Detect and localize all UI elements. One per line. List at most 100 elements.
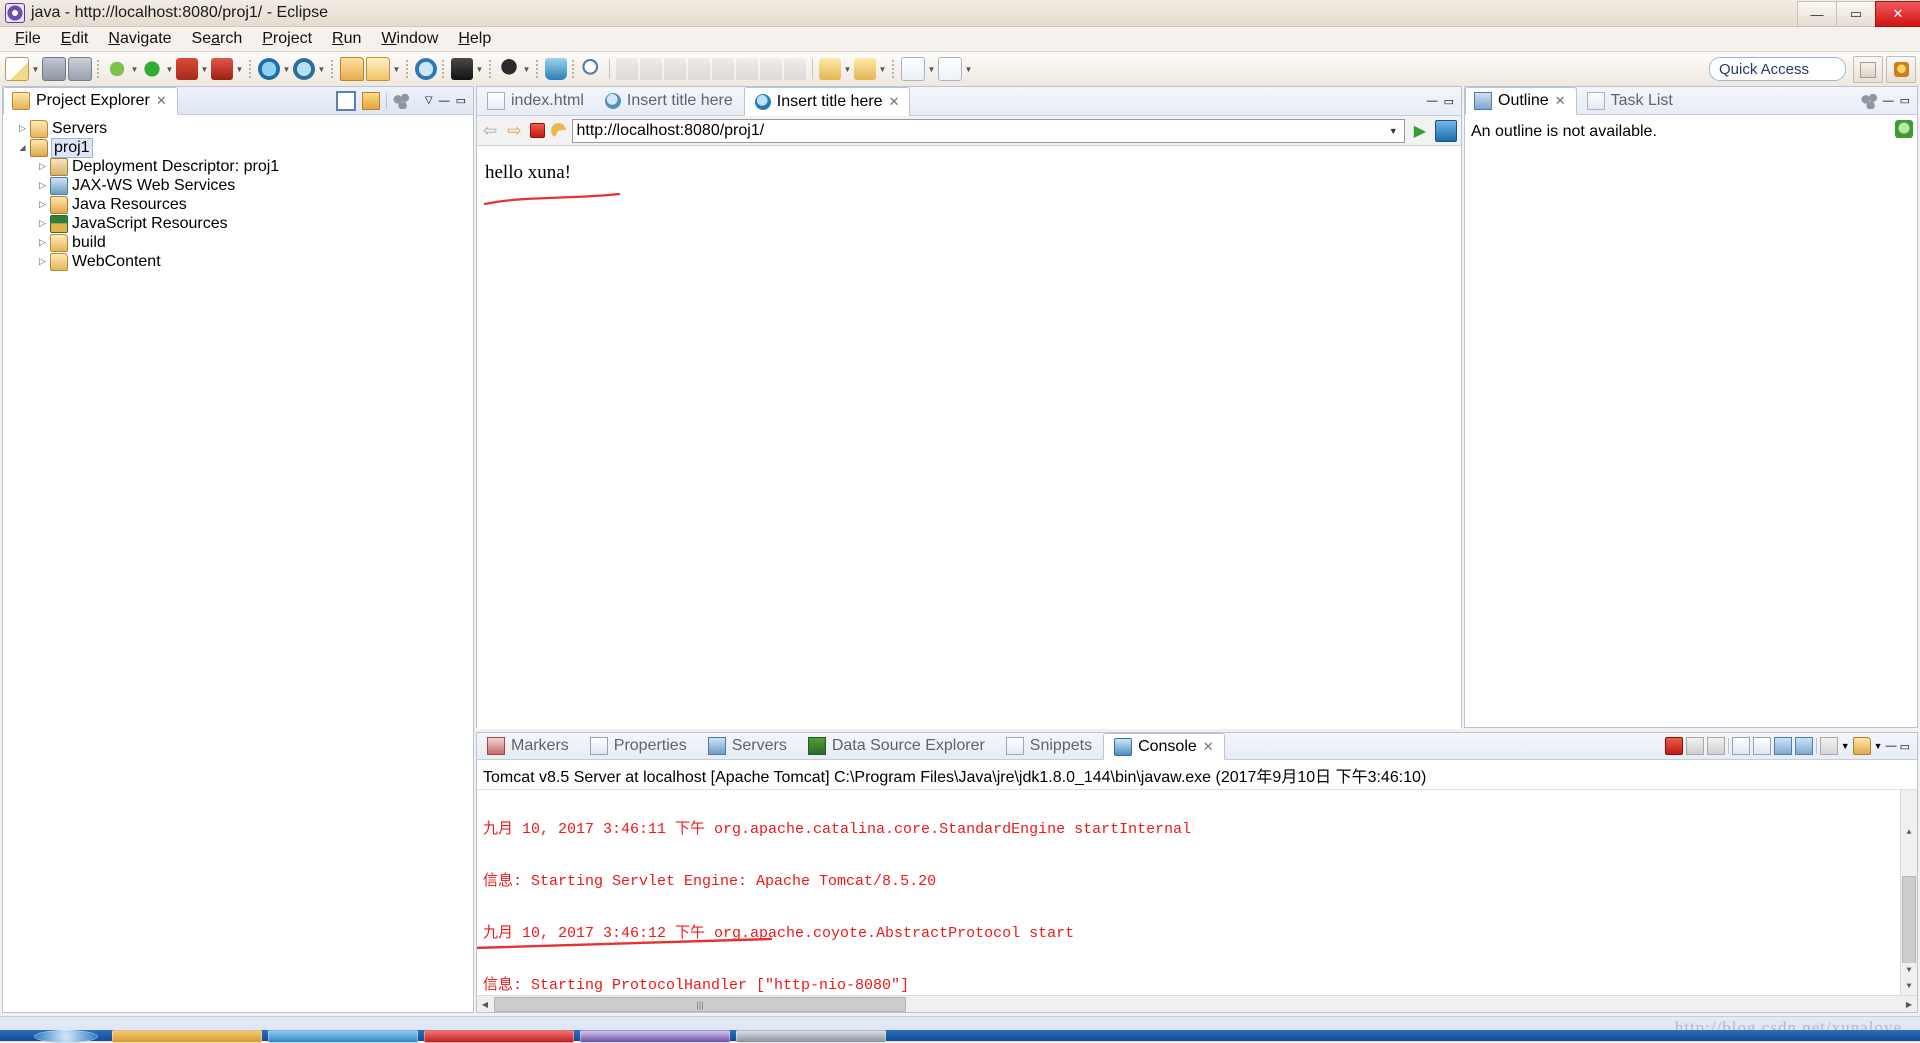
close-icon[interactable]: ✕ — [889, 94, 900, 110]
jsp-dropdown-icon[interactable]: ▼ — [926, 58, 937, 80]
scroll-down-button[interactable]: ▼ — [1901, 963, 1917, 979]
new-class-icon[interactable] — [498, 58, 520, 80]
expand-arrow-icon[interactable]: ▷ — [35, 237, 50, 248]
taskbar-item-eclipse[interactable] — [580, 1030, 730, 1043]
run-external-tools-icon[interactable] — [176, 58, 198, 80]
menu-project[interactable]: Project — [253, 28, 321, 50]
tab-project-explorer[interactable]: Project Explorer ✕ — [3, 87, 178, 115]
suspend-icon[interactable] — [664, 58, 686, 80]
browser-forward-button[interactable]: ⇨ — [505, 121, 523, 141]
maximize-icon[interactable]: ▭ — [1900, 740, 1910, 753]
tree-item-jaxws-web-services[interactable]: ▷ JAX-WS Web Services — [3, 176, 473, 195]
save-all-icon[interactable] — [68, 57, 92, 81]
new-wizard-dropdown-icon[interactable]: ▼ — [30, 58, 41, 80]
menu-search[interactable]: Search — [183, 28, 252, 50]
tree-item-java-resources[interactable]: ▷ Java Resources — [3, 195, 473, 214]
tab-servers[interactable]: Servers — [698, 733, 798, 759]
tab-index-html[interactable]: index.html — [477, 87, 595, 115]
open-type-icon[interactable] — [415, 58, 437, 80]
browser-refresh-icon[interactable] — [550, 123, 566, 138]
resume-icon[interactable] — [640, 58, 662, 80]
run-dropdown-icon[interactable]: ▼ — [164, 58, 175, 80]
last-edit-location-icon[interactable] — [784, 58, 806, 80]
tab-data-source-explorer[interactable]: Data Source Explorer — [798, 733, 996, 759]
maximize-button[interactable]: ▭ — [1836, 1, 1875, 27]
open-console-icon[interactable] — [1852, 737, 1871, 755]
tab-insert-title-here-1[interactable]: Insert title here — [595, 87, 744, 115]
tree-item-deployment-descriptor[interactable]: ▷ Deployment Descriptor: proj1 — [3, 157, 473, 176]
open-web-browser-icon[interactable] — [258, 58, 280, 80]
expand-arrow-icon[interactable]: ▷ — [35, 256, 50, 267]
expand-arrow-icon[interactable]: ▷ — [35, 180, 50, 191]
menu-file[interactable]: File — [6, 28, 50, 50]
browser-go-button[interactable]: ▶ — [1411, 121, 1429, 141]
expand-arrow-icon[interactable]: ▷ — [35, 199, 50, 210]
close-icon[interactable]: ✕ — [156, 93, 167, 109]
scroll-bottom-button[interactable]: ▼ — [1901, 979, 1917, 995]
class-dropdown-icon[interactable]: ▼ — [521, 58, 532, 80]
minimize-button[interactable]: — — [1797, 1, 1836, 27]
menu-edit[interactable]: Edit — [52, 28, 98, 50]
menu-help[interactable]: Help — [449, 28, 500, 50]
collapse-arrow-icon[interactable]: ◢ — [15, 143, 30, 152]
minimize-icon[interactable]: — — [1427, 95, 1438, 107]
taskbar-item-other[interactable] — [736, 1030, 886, 1043]
search-globe-icon[interactable] — [293, 58, 315, 80]
tree-item-javascript-resources[interactable]: ▷ JavaScript Resources — [3, 214, 473, 233]
tree-item-webcontent[interactable]: ▷ WebContent — [3, 252, 473, 271]
taskbar-item-explorer[interactable] — [112, 1030, 262, 1043]
display-selected-console-chevron-icon[interactable]: ▼ — [1841, 741, 1850, 751]
console-horizontal-scrollbar[interactable]: ◀ ||| ▶ — [477, 995, 1917, 1012]
menu-navigate[interactable]: Navigate — [99, 28, 180, 50]
tab-snippets[interactable]: Snippets — [996, 733, 1103, 759]
word-wrap-icon[interactable] — [1794, 737, 1813, 755]
new-wizard-icon[interactable] — [5, 57, 29, 81]
search-dropdown-icon[interactable]: ▼ — [316, 58, 327, 80]
menu-window[interactable]: Window — [372, 28, 447, 50]
debug-dropdown-icon[interactable]: ▼ — [129, 58, 140, 80]
tab-properties[interactable]: Properties — [580, 733, 698, 759]
back-dropdown-icon[interactable]: ▼ — [842, 58, 853, 80]
expand-arrow-icon[interactable]: ▷ — [15, 123, 30, 134]
scroll-up-button[interactable]: ▲ — [1901, 824, 1917, 841]
expand-arrow-icon[interactable]: ▷ — [35, 218, 50, 229]
editor-side-action-icon[interactable] — [1895, 120, 1913, 138]
open-console-chevron-icon[interactable]: ▼ — [1874, 741, 1883, 751]
link-with-editor-icon[interactable] — [361, 91, 380, 110]
collapse-all-icon[interactable] — [335, 90, 356, 111]
tab-task-list[interactable]: Task List — [1577, 87, 1684, 114]
step-return-icon[interactable] — [712, 58, 734, 80]
step-over-icon[interactable] — [616, 58, 638, 80]
new-html-icon[interactable] — [938, 57, 962, 81]
new-jsp-icon[interactable] — [901, 57, 925, 81]
servlet-dropdown-icon[interactable]: ▼ — [474, 58, 485, 80]
view-menu-icon[interactable] — [392, 92, 409, 109]
view-menu-icon[interactable] — [1860, 92, 1877, 109]
tree-item-proj1[interactable]: ◢ proj1 — [3, 137, 473, 158]
tree-item-build[interactable]: ▷ build — [3, 233, 473, 252]
minimize-icon[interactable]: — — [1886, 740, 1897, 752]
folder-dropdown-icon[interactable]: ▼ — [391, 58, 402, 80]
web-browser-dropdown-icon[interactable]: ▼ — [281, 58, 292, 80]
java-ee-perspective-button[interactable] — [1886, 56, 1916, 83]
taskbar-item-media[interactable] — [424, 1030, 574, 1043]
external-tools-dropdown-icon[interactable]: ▼ — [199, 58, 210, 80]
terminate-icon[interactable] — [1664, 737, 1683, 755]
close-icon[interactable]: ✕ — [1555, 93, 1566, 109]
open-folder-icon[interactable] — [340, 57, 364, 81]
html-dropdown-icon[interactable]: ▼ — [963, 58, 974, 80]
scroll-right-button[interactable]: ▶ — [1901, 996, 1917, 1012]
minimize-icon[interactable]: — — [1883, 95, 1894, 107]
step-into-icon[interactable] — [688, 58, 710, 80]
new-servlet-icon[interactable] — [451, 58, 473, 80]
expand-arrow-icon[interactable]: ▷ — [35, 161, 50, 172]
save-icon[interactable] — [42, 57, 66, 81]
tab-console[interactable]: Console ✕ — [1103, 733, 1225, 760]
clear-console-icon[interactable] — [1731, 737, 1750, 755]
scroll-left-button[interactable]: ◀ — [477, 996, 493, 1012]
search-icon[interactable] — [581, 58, 603, 80]
new-folder-icon[interactable] — [366, 57, 390, 81]
browser-url-input[interactable]: http://localhost:8080/proj1/ ▼ — [571, 118, 1405, 143]
forward-navigation-icon[interactable] — [854, 58, 876, 80]
close-icon[interactable]: ✕ — [1203, 739, 1214, 755]
